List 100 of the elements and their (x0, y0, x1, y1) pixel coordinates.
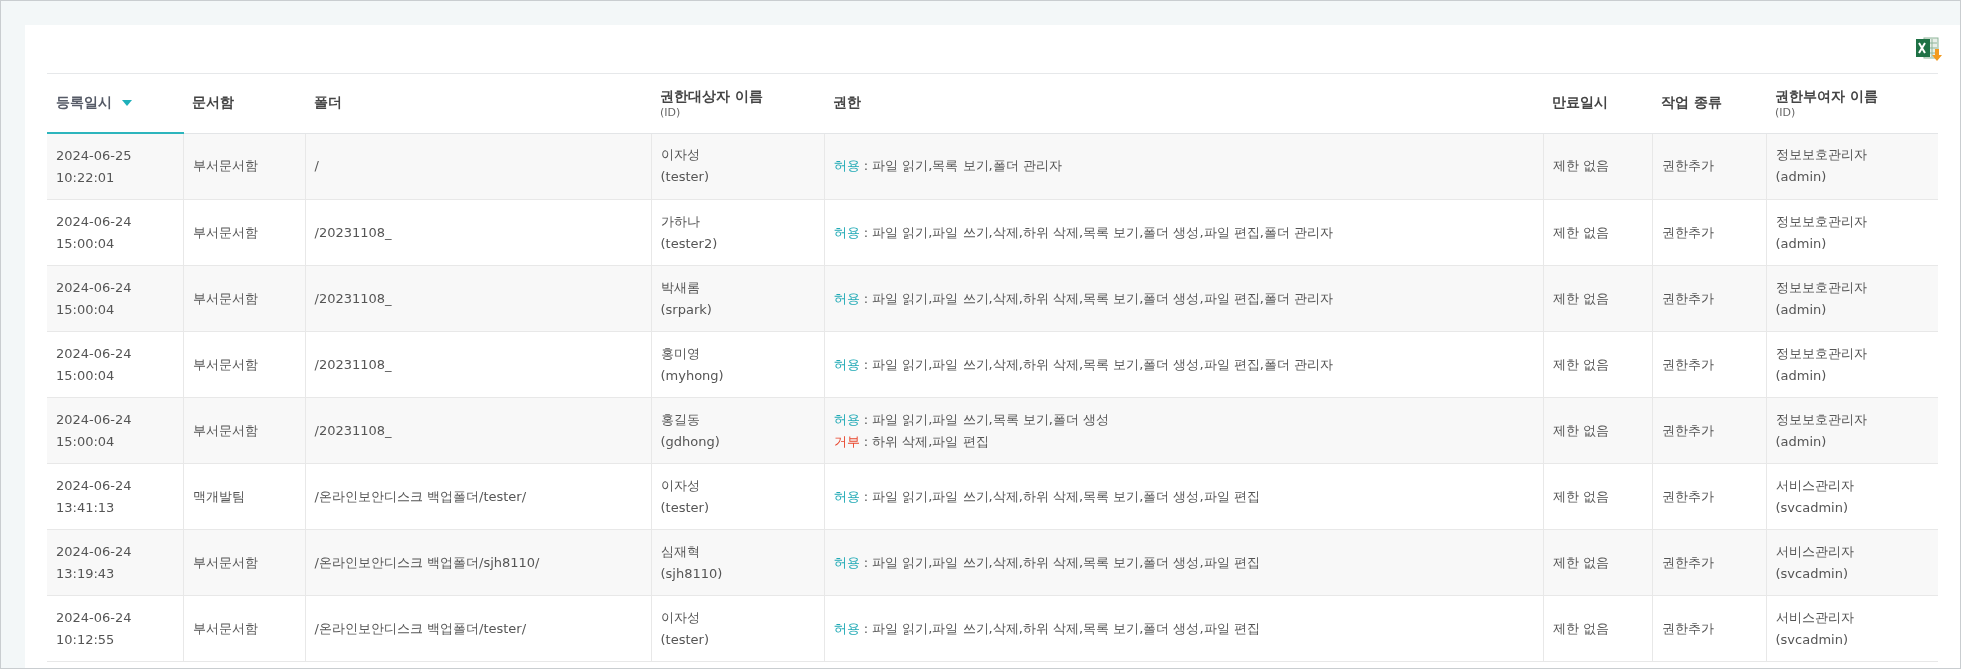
table-row[interactable]: 2024-06-24 15:00:04 부서문서함 /20231108_ 홍미영 (myhong) 허용 : 파일 읽기,파일 쓰기,삭제,하위 삭제,목록 보기,폴더 생성,파일 편집,폴더 관리자 제한 없음 권한추가 정보보호관리자 (admin) (47, 331, 1938, 398)
column-title: 등록일시 (56, 94, 112, 112)
permission-list-text: : 파일 읽기,파일 쓰기,목록 보기,폴더 생성 (863, 411, 1110, 427)
column-title: 만료일시 (1552, 94, 1608, 111)
permission-list-text: : 하위 삭제,파일 편집 (863, 433, 989, 449)
column-header[interactable]: 권한부여자 이름 (ID) (1766, 73, 1938, 133)
user-name-text: 박새롬 (660, 278, 701, 297)
table-row[interactable]: 2024-06-24 15:00:04 부서문서함 /20231108_ 홍길동 (gdhong) 허용 : 파일 읽기,파일 쓰기,목록 보기,폴더 생성 거부 : 하위 삭제,파일 편집 제한 없음 권한추가 정보보호관리자 (admin) (47, 397, 1938, 464)
expiry-text: 제한 없음 (1552, 223, 1610, 242)
action-type-text: 권한추가 (1661, 619, 1715, 638)
grantor-name-text: 정보보호관리자 (1775, 344, 1868, 363)
action-type-text: 권한추가 (1661, 289, 1715, 308)
folder-path-text: /20231108_ (314, 289, 393, 308)
permission-list-text: : 파일 읽기,파일 쓰기,삭제,하위 삭제,목록 보기,폴더 생성,파일 편집 (863, 620, 1260, 636)
action-type-text: 권한추가 (1661, 421, 1715, 440)
date-text: 2024-06-24 (56, 410, 133, 429)
expiry-text: 제한 없음 (1552, 619, 1610, 638)
folder-path-text: / (314, 157, 320, 176)
column-title: 폴더 (314, 94, 342, 111)
column-header[interactable]: 문서함 (183, 73, 305, 133)
folder-path-text: /20231108_ (314, 223, 393, 242)
user-id-text: (srpark) (660, 300, 713, 319)
folder-path-text: /20231108_ (314, 421, 393, 440)
date-text: 2024-06-25 (56, 146, 133, 165)
time-text: 15:00:04 (56, 234, 116, 253)
column-subtitle: (ID) (660, 105, 682, 119)
expiry-text: 제한 없음 (1552, 487, 1610, 506)
time-text: 10:12:55 (56, 630, 116, 649)
column-header[interactable]: 만료일시 (1543, 73, 1652, 133)
column-header[interactable]: 권한대상자 이름 (ID) (651, 73, 824, 133)
user-id-text: (myhong) (660, 366, 725, 385)
column-header[interactable]: 작업 종류 (1652, 73, 1766, 133)
expiry-text: 제한 없음 (1552, 157, 1610, 176)
column-subtitle: (ID) (1775, 105, 1797, 119)
user-name-text: 가하나 (660, 212, 701, 231)
sort-down-icon (122, 100, 132, 106)
table-row[interactable]: 2024-06-24 15:00:04 부서문서함 /20231108_ 박새롬 (srpark) 허용 : 파일 읽기,파일 쓰기,삭제,하위 삭제,목록 보기,폴더 생성,파일 편집,폴더 관리자 제한 없음 권한추가 정보보호관리자 (admin) (47, 265, 1938, 332)
action-type-text: 권한추가 (1661, 157, 1715, 176)
action-type-text: 권한추가 (1661, 487, 1715, 506)
table-row[interactable]: 2024-06-24 15:00:04 부서문서함 /20231108_ 가하나 (tester2) 허용 : 파일 읽기,파일 쓰기,삭제,하위 삭제,목록 보기,폴더 생성,파일 편집,폴더 관리자 제한 없음 권한추가 정보보호관리자 (admin) (47, 199, 1938, 266)
expiry-text: 제한 없음 (1552, 553, 1610, 572)
table-row[interactable]: 2024-06-25 10:22:01 부서문서함 / 이자성 (tester) 허용 : 파일 읽기,목록 보기,폴더 관리자 제한 없음 권한추가 정보보호관리자 (admin) (47, 133, 1938, 200)
column-header[interactable]: 권한 (824, 73, 1543, 133)
permission-list-text: : 파일 읽기,파일 쓰기,삭제,하위 삭제,목록 보기,폴더 생성,파일 편집 (863, 488, 1260, 504)
user-id-text: (tester) (660, 168, 710, 187)
grantor-id-text: (svcadmin) (1775, 498, 1849, 517)
permission-list-text: : 파일 읽기,파일 쓰기,삭제,하위 삭제,목록 보기,폴더 생성,파일 편집,폴더 관리자 (863, 290, 1333, 306)
action-type-text: 권한추가 (1661, 553, 1715, 572)
permission-type-label: 허용 (833, 488, 860, 504)
permission-type-label: 허용 (833, 554, 860, 570)
expiry-text: 제한 없음 (1552, 355, 1610, 374)
user-name-text: 홍길동 (660, 410, 701, 429)
user-id-text: (sjh8110) (660, 564, 724, 583)
document-box-text: 부서문서함 (192, 421, 259, 440)
time-text: 13:41:13 (56, 498, 116, 517)
grantor-id-text: (admin) (1775, 168, 1828, 187)
folder-path-text: /온라인보안디스크 백업폴더/tester/ (314, 619, 528, 638)
column-title: 작업 종류 (1661, 94, 1722, 111)
grantor-name-text: 정보보호관리자 (1775, 410, 1868, 429)
user-id-text: (tester) (660, 630, 710, 649)
permission-type-label: 허용 (833, 290, 860, 306)
user-name-text: 이자성 (660, 146, 701, 165)
document-box-text: 부서문서함 (192, 289, 259, 308)
expiry-text: 제한 없음 (1552, 421, 1610, 440)
grantor-id-text: (admin) (1775, 432, 1828, 451)
permission-list-text: : 파일 읽기,파일 쓰기,삭제,하위 삭제,목록 보기,폴더 생성,파일 편집,폴더 관리자 (863, 356, 1333, 372)
user-id-text: (tester) (660, 498, 710, 517)
table-row[interactable]: 2024-06-24 13:41:13 맥개발팀 /온라인보안디스크 백업폴더/tester/ 이자성 (tester) 허용 : 파일 읽기,파일 쓰기,삭제,하위 삭제,목록 보기,폴더 생성,파일 편집 제한 없음 권한추가 서비스관리자 (svcadmin) (47, 463, 1938, 530)
folder-path-text: /20231108_ (314, 355, 393, 374)
permission-type-label: 거부 (833, 433, 860, 449)
folder-path-text: /온라인보안디스크 백업폴더/tester/ (314, 487, 528, 506)
table-row[interactable]: 2024-06-24 13:19:43 부서문서함 /온라인보안디스크 백업폴더/sjh8110/ 심재혁 (sjh8110) 허용 : 파일 읽기,파일 쓰기,삭제,하위 삭제,목록 보기,폴더 생성,파일 편집 제한 없음 권한추가 서비스관리자 (svcadmin) (47, 529, 1938, 596)
permission-type-label: 허용 (833, 411, 860, 427)
grantor-id-text: (admin) (1775, 300, 1828, 319)
grantor-name-text: 정보보호관리자 (1775, 146, 1868, 165)
date-text: 2024-06-24 (56, 344, 133, 363)
column-title: 권한부여자 이름 (1775, 87, 1878, 104)
permission-list-text: : 파일 읽기,파일 쓰기,삭제,하위 삭제,목록 보기,폴더 생성,파일 편집,폴더 관리자 (863, 224, 1333, 240)
date-text: 2024-06-24 (56, 542, 133, 561)
user-name-text: 홍미영 (660, 344, 701, 363)
permission-list-text: : 파일 읽기,목록 보기,폴더 관리자 (863, 158, 1062, 174)
grantor-id-text: (admin) (1775, 234, 1828, 253)
column-title: 권한 (833, 94, 861, 111)
column-title: 권한대상자 이름 (660, 87, 763, 104)
grantor-name-text: 서비스관리자 (1775, 476, 1855, 495)
document-box-text: 부서문서함 (192, 223, 259, 242)
date-text: 2024-06-24 (56, 608, 133, 627)
grantor-id-text: (svcadmin) (1775, 564, 1849, 583)
grantor-name-text: 서비스관리자 (1775, 542, 1855, 561)
column-header[interactable]: 폴더 (305, 73, 651, 133)
folder-path-text: /온라인보안디스크 백업폴더/sjh8110/ (314, 553, 541, 572)
time-text: 15:00:04 (56, 366, 116, 385)
document-box-text: 맥개발팀 (192, 487, 246, 506)
action-type-text: 권한추가 (1661, 355, 1715, 374)
time-text: 15:00:04 (56, 300, 116, 319)
user-id-text: (tester2) (660, 234, 719, 253)
document-box-text: 부서문서함 (192, 553, 259, 572)
grantor-name-text: 정보보호관리자 (1775, 212, 1868, 231)
table-row[interactable]: 2024-06-24 10:12:55 부서문서함 /온라인보안디스크 백업폴더/tester/ 이자성 (tester) 허용 : 파일 읽기,파일 쓰기,삭제,하위 삭제,목록 보기,폴더 생성,파일 편집 제한 없음 권한추가 서비스관리자 (svcadmin) (47, 595, 1938, 662)
user-name-text: 이자성 (660, 608, 701, 627)
